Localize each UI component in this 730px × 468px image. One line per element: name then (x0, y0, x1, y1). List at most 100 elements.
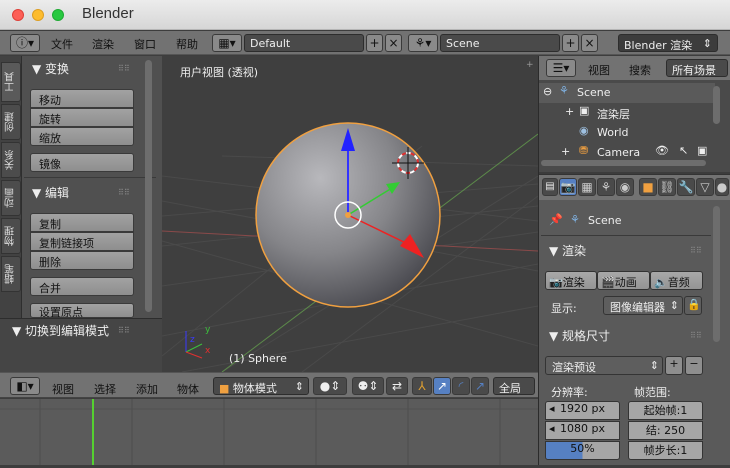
cursor-select-icon[interactable]: ↖ (679, 144, 688, 157)
outliner-menu-view[interactable]: 视图 (588, 62, 610, 78)
tab-physics[interactable]: 物理 (1, 218, 21, 254)
resolution-x-field[interactable]: ◂ 1920 px (545, 401, 620, 420)
timeline-area[interactable] (0, 399, 538, 465)
arrow-left-icon[interactable]: ◂ (549, 402, 555, 415)
scene-field[interactable]: Scene (440, 34, 560, 52)
editor-type-3d-icon[interactable]: ◧▾ (10, 377, 40, 395)
outliner-hscrollbar[interactable] (541, 160, 706, 166)
add-scene-button[interactable]: + (562, 34, 579, 52)
duplicate-button[interactable]: 复制 (30, 213, 134, 232)
set-origin-button[interactable]: 设置原点 (30, 303, 134, 318)
duplicate-linked-button[interactable]: 复制链接项 (30, 232, 134, 251)
editor-type-info-icon[interactable]: ⓘ▾ (10, 34, 40, 52)
minimize-window-button[interactable] (32, 9, 44, 21)
scene-tab-icon[interactable]: ⚘ (597, 178, 615, 196)
translate-button[interactable]: 移动 (30, 89, 134, 108)
drag-handle-icon[interactable]: ⠿⠿ (690, 331, 702, 340)
menu-view[interactable]: 视图 (52, 381, 74, 397)
render-audio-button[interactable]: 🔈音频 (650, 271, 703, 290)
drag-handle-icon[interactable]: ⠿⠿ (118, 326, 130, 335)
resolution-y-field[interactable]: ◂ 1080 px (545, 421, 620, 440)
menu-object[interactable]: 物体 (177, 381, 199, 397)
render-engine-select[interactable]: Blender 渲染 ⇕ (618, 34, 718, 52)
translate-widget-icon[interactable]: ↗ (433, 377, 451, 395)
screen-layout-field[interactable]: Default (244, 34, 364, 52)
outliner-menu-search[interactable]: 搜索 (629, 62, 651, 78)
rotate-widget-icon[interactable]: ◜ (452, 377, 470, 395)
render-panel-header[interactable]: ▼ 渲染 (549, 242, 586, 259)
close-window-button[interactable] (12, 9, 24, 21)
render-image-button[interactable]: 📷渲染 (545, 271, 597, 290)
lock-interface-icon[interactable]: 🔒 (684, 296, 702, 315)
dimensions-panel-header[interactable]: ▼ 规格尺寸 (549, 327, 610, 344)
viewport-corner-plus-icon[interactable]: + (526, 60, 534, 70)
render-layers-tab-icon[interactable]: ▦ (578, 178, 596, 196)
editor-type-properties-icon[interactable]: ▤ (542, 178, 558, 196)
pin-icon[interactable]: 📌 (549, 213, 563, 226)
drag-handle-icon[interactable]: ⠿⠿ (118, 64, 130, 73)
constraints-tab-icon[interactable]: ⛓ (658, 178, 676, 196)
render-tab-icon[interactable]: 📷 (559, 178, 577, 196)
menu-render[interactable]: 渲染 (92, 36, 114, 52)
display-mode-select[interactable]: 图像编辑器 ⇕ (603, 296, 683, 315)
operator-panel-header[interactable]: ▼ 切换到编辑模式 (12, 322, 109, 339)
render-preset-select[interactable]: 渲染预设 ⇕ (545, 356, 663, 375)
end-frame-field[interactable]: 结: 250 (628, 421, 703, 440)
outliner-row-scene[interactable]: ⊖ ⚘ Scene (539, 83, 715, 103)
remove-scene-button[interactable]: × (581, 34, 598, 52)
drag-handle-icon[interactable]: ⠿⠿ (118, 188, 130, 197)
add-preset-button[interactable]: + (665, 356, 683, 375)
arrow-left-icon[interactable]: ◂ (549, 422, 555, 435)
mirror-button[interactable]: 镜像 (30, 153, 134, 172)
pivot-point-select[interactable]: ⚉⇕ (352, 377, 384, 395)
menu-window[interactable]: 窗口 (134, 36, 156, 52)
resolution-percentage-slider[interactable]: 50% (545, 441, 620, 460)
scale-button[interactable]: 缩放 (30, 127, 134, 146)
transform-widget-icon[interactable]: ⅄ (412, 377, 432, 395)
join-button[interactable]: 合并 (30, 277, 134, 296)
interaction-mode-select[interactable]: ■ 物体模式 ⇕ (213, 377, 309, 395)
scene-icon[interactable]: ⚘▾ (408, 34, 438, 52)
manipulator-toggle-icon[interactable]: ⇄ (386, 377, 408, 395)
camera-render-icon[interactable]: ▣ (697, 144, 707, 157)
viewport-shading-select[interactable]: ●⇕ (313, 377, 347, 395)
editor-type-outliner-icon[interactable]: ☰▾ (546, 59, 576, 77)
3d-viewport[interactable] (162, 56, 538, 372)
tab-tools[interactable]: 工具 (1, 62, 21, 102)
modifiers-tab-icon[interactable]: 🔧 (677, 178, 695, 196)
tool-shelf-scrollbar[interactable] (145, 60, 152, 312)
rotate-button[interactable]: 旋转 (30, 108, 134, 127)
screen-layout-icon[interactable]: ▦▾ (212, 34, 242, 52)
properties-scrollbar[interactable] (713, 206, 720, 342)
drag-handle-icon[interactable]: ⠿⠿ (690, 246, 702, 255)
edit-panel-header[interactable]: ▼ 编辑 (32, 184, 69, 201)
expand-icon[interactable]: + (561, 145, 570, 158)
render-animation-button[interactable]: 🎬动画 (597, 271, 650, 290)
maximize-window-button[interactable] (52, 9, 64, 21)
remove-layout-button[interactable]: × (385, 34, 402, 52)
transform-orientation-select[interactable]: 全局 (493, 377, 535, 395)
outliner-row-render-layers[interactable]: + ▣ 渲染层 (539, 103, 715, 123)
transform-panel-header[interactable]: ▼ 变换 (32, 60, 69, 77)
tab-relations[interactable]: 关系 (1, 142, 21, 178)
menu-select[interactable]: 选择 (94, 381, 116, 397)
collapse-icon[interactable]: ⊖ (543, 85, 552, 98)
world-tab-icon[interactable]: ◉ (616, 178, 634, 196)
outliner-row-world[interactable]: ◉ World (539, 123, 715, 143)
outliner-display-mode-select[interactable]: 所有场景 (666, 59, 728, 77)
menu-file[interactable]: 文件 (51, 36, 73, 52)
eye-icon[interactable]: 👁 (655, 144, 669, 157)
delete-button[interactable]: 删除 (30, 251, 134, 270)
menu-add[interactable]: 添加 (136, 381, 158, 397)
frame-step-field[interactable]: 帧步长:1 (628, 441, 703, 460)
object-tab-icon[interactable]: ■ (639, 178, 657, 196)
expand-icon[interactable]: + (565, 105, 574, 118)
menu-help[interactable]: 帮助 (176, 36, 198, 52)
material-tab-icon[interactable]: ● (715, 178, 729, 196)
remove-preset-button[interactable]: − (685, 356, 703, 375)
tab-grease-pencil[interactable]: 蜡笔 (1, 256, 21, 292)
data-tab-icon[interactable]: ▽ (696, 178, 714, 196)
add-layout-button[interactable]: + (366, 34, 383, 52)
scale-widget-icon[interactable]: ↗ (471, 377, 489, 395)
tab-create[interactable]: 创建 (1, 104, 21, 140)
